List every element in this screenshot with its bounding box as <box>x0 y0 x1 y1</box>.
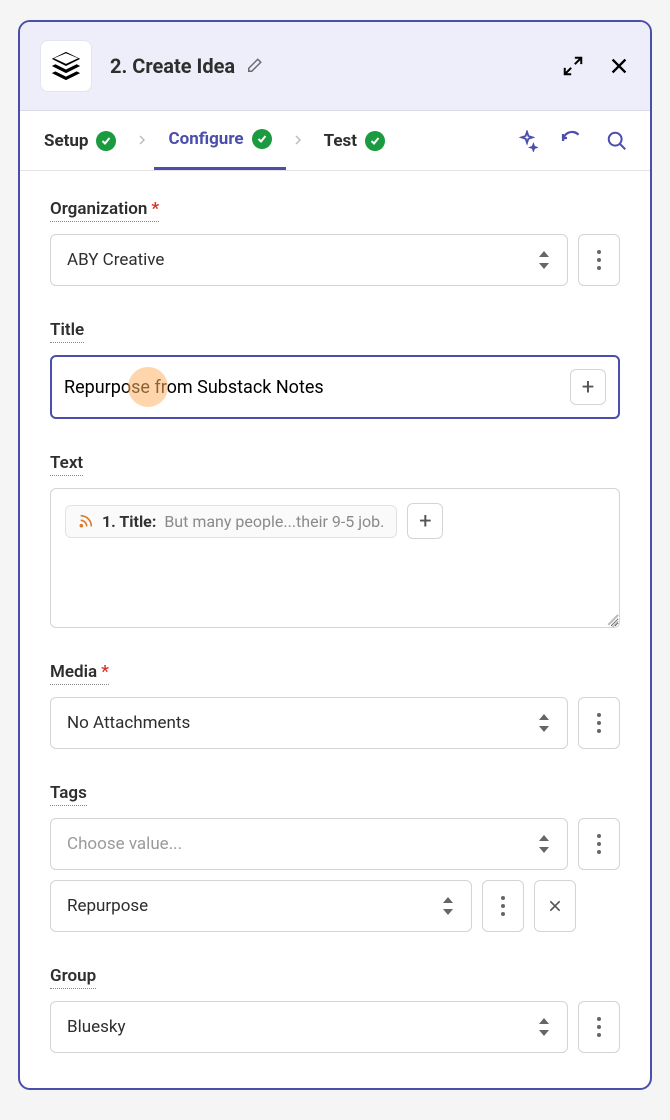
chevron-up-down-icon <box>441 897 455 915</box>
field-tags: Tags Choose value... Repurpose <box>50 783 620 932</box>
configure-panel: 2. Create Idea Setup Configure <box>18 20 652 1090</box>
tab-bar: Setup Configure Test <box>20 111 650 171</box>
chip-step: 1. Title: <box>102 512 156 531</box>
label-title: Title <box>50 320 84 343</box>
field-media: Media* No Attachments <box>50 662 620 749</box>
tags-select[interactable]: Choose value... <box>50 818 568 870</box>
form-body: Organization* ABY Creative Title <box>20 171 650 1090</box>
check-icon <box>96 131 116 151</box>
rss-icon <box>78 513 94 529</box>
chevron-up-down-icon <box>537 714 551 732</box>
app-icon <box>40 40 92 92</box>
dots-vertical-icon <box>596 249 602 271</box>
text-area[interactable]: 1. Title: But many people...their 9-5 jo… <box>50 488 620 628</box>
label-text: Text <box>50 453 83 476</box>
tag-remove-button[interactable] <box>534 880 576 932</box>
dots-vertical-icon <box>596 833 602 855</box>
x-icon <box>547 898 563 914</box>
resize-handle[interactable] <box>603 611 617 625</box>
more-options-button[interactable] <box>578 1001 620 1053</box>
check-icon <box>252 129 272 149</box>
dots-vertical-icon <box>500 895 506 917</box>
organization-select[interactable]: ABY Creative <box>50 234 568 286</box>
check-icon <box>365 131 385 151</box>
header-actions <box>562 55 630 77</box>
search-icon[interactable] <box>606 130 628 152</box>
chevron-up-down-icon <box>537 835 551 853</box>
label-media: Media* <box>50 662 109 685</box>
add-variable-button[interactable]: + <box>407 503 443 539</box>
tag-value[interactable]: Repurpose <box>50 880 472 932</box>
refresh-icon[interactable] <box>560 129 584 153</box>
panel-title: 2. Create Idea <box>110 54 562 78</box>
media-select[interactable]: No Attachments <box>50 697 568 749</box>
dots-vertical-icon <box>596 712 602 734</box>
title-input-wrap: + <box>50 355 620 419</box>
dots-vertical-icon <box>596 1016 602 1038</box>
tab-setup[interactable]: Setup <box>30 111 130 170</box>
add-variable-button[interactable]: + <box>570 369 606 405</box>
label-organization: Organization* <box>50 199 159 222</box>
panel-header: 2. Create Idea <box>20 22 650 111</box>
expand-icon[interactable] <box>562 55 584 77</box>
chevron-up-down-icon <box>537 251 551 269</box>
field-text: Text 1. Title: But many people...their 9… <box>50 453 620 628</box>
sparkle-icon[interactable] <box>516 130 538 152</box>
pencil-icon[interactable] <box>245 57 263 75</box>
chevron-up-down-icon <box>537 1018 551 1036</box>
tag-more-button[interactable] <box>482 880 524 932</box>
field-organization: Organization* ABY Creative <box>50 199 620 286</box>
more-options-button[interactable] <box>578 234 620 286</box>
tab-test[interactable]: Test <box>310 111 399 170</box>
tab-actions <box>516 129 640 153</box>
tab-configure[interactable]: Configure <box>154 111 285 170</box>
more-options-button[interactable] <box>578 697 620 749</box>
more-options-button[interactable] <box>578 818 620 870</box>
field-title: Title + <box>50 320 620 419</box>
chevron-right-icon <box>286 131 310 150</box>
chevron-right-icon <box>130 131 154 150</box>
variable-chip[interactable]: 1. Title: But many people...their 9-5 jo… <box>65 505 397 538</box>
stack-icon <box>49 49 83 83</box>
group-select[interactable]: Bluesky <box>50 1001 568 1053</box>
label-group: Group <box>50 966 96 989</box>
label-tags: Tags <box>50 783 87 806</box>
chip-preview: But many people...their 9-5 job. <box>164 512 384 531</box>
field-group: Group Bluesky <box>50 966 620 1053</box>
close-icon[interactable] <box>608 55 630 77</box>
title-input[interactable] <box>64 377 560 398</box>
